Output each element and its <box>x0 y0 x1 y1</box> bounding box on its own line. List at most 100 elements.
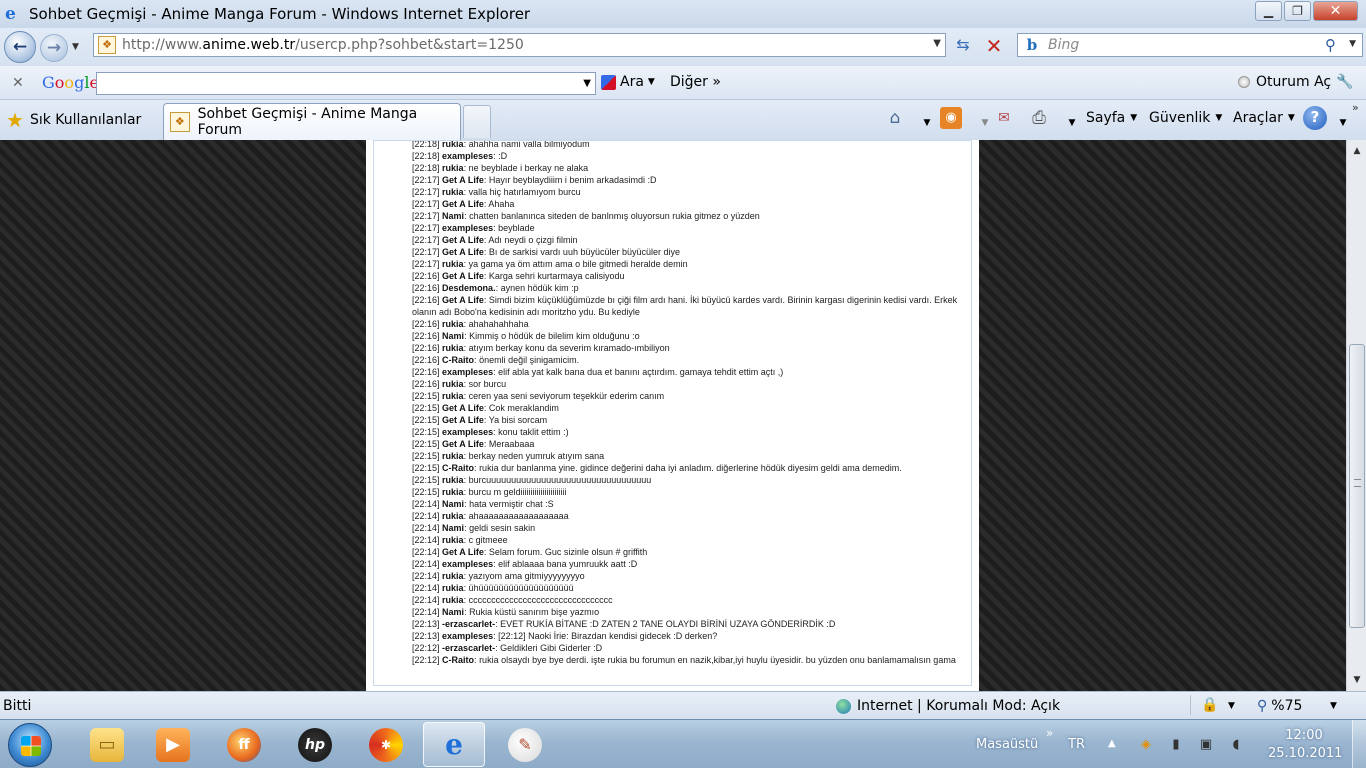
message-user[interactable]: rukia <box>442 141 464 149</box>
message-user[interactable]: exampleses <box>442 367 493 377</box>
forward-button[interactable]: → <box>40 34 68 62</box>
google-more-button[interactable]: Diğer » <box>670 74 721 90</box>
taskbar-explorer[interactable]: ▭ <box>76 722 138 767</box>
message-user[interactable]: C-Raito <box>442 355 474 365</box>
clock[interactable]: 12:00 25.10.2011 <box>1268 727 1342 763</box>
message-user[interactable]: rukia <box>442 475 464 485</box>
scroll-down-arrow-icon[interactable]: ▼ <box>1349 672 1365 688</box>
tray-volume-icon[interactable]: ◖ <box>1227 736 1245 754</box>
message-user[interactable]: Get A Life <box>442 403 484 413</box>
message-user[interactable]: C-Raito <box>442 655 474 665</box>
rss-icon[interactable]: ◉ <box>940 107 962 129</box>
desktop-toolbar-label[interactable]: Masaüstü <box>976 737 1038 752</box>
start-button[interactable] <box>8 723 52 767</box>
vertical-scrollbar[interactable]: ▲ ▼ <box>1346 140 1366 691</box>
message-user[interactable]: exampleses <box>442 223 493 233</box>
taskbar-firefox[interactable]: ff <box>213 722 275 767</box>
message-user[interactable]: rukia <box>442 451 464 461</box>
message-user[interactable]: C-Raito <box>442 463 474 473</box>
home-dropdown[interactable]: ▼ <box>916 112 938 134</box>
message-user[interactable]: Get A Life <box>442 547 484 557</box>
show-hidden-icons-icon[interactable]: ▲ <box>1108 738 1116 749</box>
mail-icon[interactable]: ✉ <box>993 107 1015 129</box>
taskbar-internet-explorer[interactable]: e <box>423 722 485 767</box>
message-user[interactable]: rukia <box>442 187 464 197</box>
tab-active[interactable]: ❖ Sohbet Geçmişi - Anime Manga Forum <box>163 103 461 140</box>
taskbar-app[interactable]: ✱ <box>355 722 417 767</box>
back-button[interactable]: ← <box>4 31 36 63</box>
show-desktop-button[interactable] <box>1352 720 1366 768</box>
tools-menu-button[interactable]: Araçlar ▼ <box>1233 110 1295 126</box>
language-indicator[interactable]: TR <box>1068 737 1085 752</box>
maximize-button[interactable]: ❐ <box>1284 1 1311 21</box>
security-status-icon[interactable]: 🔒 <box>1201 697 1218 713</box>
page-menu-button[interactable]: Sayfa ▼ <box>1086 110 1137 126</box>
message-user[interactable]: exampleses <box>442 559 493 569</box>
address-bar[interactable]: ❖ http://www.anime.web.tr/usercp.php?soh… <box>93 33 946 57</box>
help-icon[interactable]: ? <box>1303 106 1327 130</box>
minimize-button[interactable]: ▁ <box>1255 1 1282 21</box>
message-user[interactable]: rukia <box>442 259 464 269</box>
google-search-button[interactable]: Ara ▼ <box>601 74 655 90</box>
zoom-control[interactable]: ⚲ %75 <box>1257 698 1302 714</box>
refresh-icon[interactable]: ⇆ <box>952 35 974 57</box>
safety-menu-button[interactable]: Güvenlik ▼ <box>1149 110 1222 126</box>
wrench-icon[interactable]: 🔧 <box>1336 74 1353 90</box>
taskbar-paint[interactable]: ✎ <box>494 722 556 767</box>
security-zone[interactable]: Internet | Korumalı Mod: Açık <box>836 698 1060 714</box>
message-user[interactable]: Nami <box>442 331 464 341</box>
message-user[interactable]: Get A Life <box>442 199 484 209</box>
message-user[interactable]: rukia <box>442 379 464 389</box>
tray-network-icon[interactable]: ▣ <box>1197 736 1215 754</box>
print-dropdown[interactable]: ▼ <box>1061 112 1083 134</box>
message-user[interactable]: Nami <box>442 499 464 509</box>
message-user[interactable]: Get A Life <box>442 439 484 449</box>
taskbar-hp[interactable]: hp <box>284 722 346 767</box>
zoom-dropdown[interactable]: ▼ <box>1330 701 1337 711</box>
message-user[interactable]: exampleses <box>442 151 493 161</box>
message-user[interactable]: Get A Life <box>442 295 484 305</box>
home-icon[interactable]: ⌂ <box>884 107 906 129</box>
message-user[interactable]: rukia <box>442 487 464 497</box>
scroll-up-arrow-icon[interactable]: ▲ <box>1349 143 1365 159</box>
message-user[interactable]: rukia <box>442 343 464 353</box>
message-user[interactable]: exampleses <box>442 427 493 437</box>
message-user[interactable]: Get A Life <box>442 175 484 185</box>
address-dropdown[interactable]: ▼ <box>933 38 941 49</box>
stop-icon[interactable]: ✕ <box>982 34 1006 58</box>
message-user[interactable]: -erzascarlet- <box>442 643 495 653</box>
scroll-thumb[interactable] <box>1349 344 1365 628</box>
security-dropdown[interactable]: ▼ <box>1228 701 1235 711</box>
google-search-input[interactable]: ▼ <box>96 72 596 95</box>
message-user[interactable]: rukia <box>442 391 464 401</box>
favorites-button[interactable]: ★ Sık Kullanılanlar <box>6 108 141 132</box>
message-user[interactable]: rukia <box>442 163 464 173</box>
help-dropdown[interactable]: ▼ <box>1332 112 1354 134</box>
taskbar-media-player[interactable]: ▶ <box>142 722 204 767</box>
search-input[interactable]: b Bing ⚲ ▼ <box>1017 33 1363 57</box>
message-user[interactable]: rukia <box>442 319 464 329</box>
search-options-dropdown[interactable]: ▼ <box>1349 39 1356 49</box>
message-user[interactable]: Get A Life <box>442 235 484 245</box>
message-user[interactable]: Nami <box>442 607 464 617</box>
message-user[interactable]: Get A Life <box>442 271 484 281</box>
new-tab-button[interactable] <box>463 105 491 138</box>
search-icon[interactable]: ⚲ <box>1325 36 1336 54</box>
print-icon[interactable]: ⎙ <box>1028 107 1050 129</box>
message-user[interactable]: Desdemona. <box>442 283 496 293</box>
recent-pages-dropdown[interactable]: ▼ <box>72 42 79 52</box>
google-signin-button[interactable]: Oturum Aç <box>1238 74 1331 90</box>
desktop-toolbar-chevron-icon[interactable]: » <box>1046 726 1053 740</box>
message-user[interactable]: Get A Life <box>442 247 484 257</box>
message-user[interactable]: rukia <box>442 535 464 545</box>
message-user[interactable]: Nami <box>442 523 464 533</box>
toolbar-close-icon[interactable]: ✕ <box>12 75 24 91</box>
close-button[interactable]: ✕ <box>1313 1 1358 21</box>
message-user[interactable]: Nami <box>442 211 464 221</box>
message-user[interactable]: rukia <box>442 511 464 521</box>
tray-device-icon[interactable]: ▮ <box>1167 736 1185 754</box>
message-user[interactable]: rukia <box>442 595 464 605</box>
message-user[interactable]: rukia <box>442 571 464 581</box>
message-user[interactable]: rukia <box>442 583 464 593</box>
chevron-icon[interactable]: » <box>1352 101 1359 114</box>
